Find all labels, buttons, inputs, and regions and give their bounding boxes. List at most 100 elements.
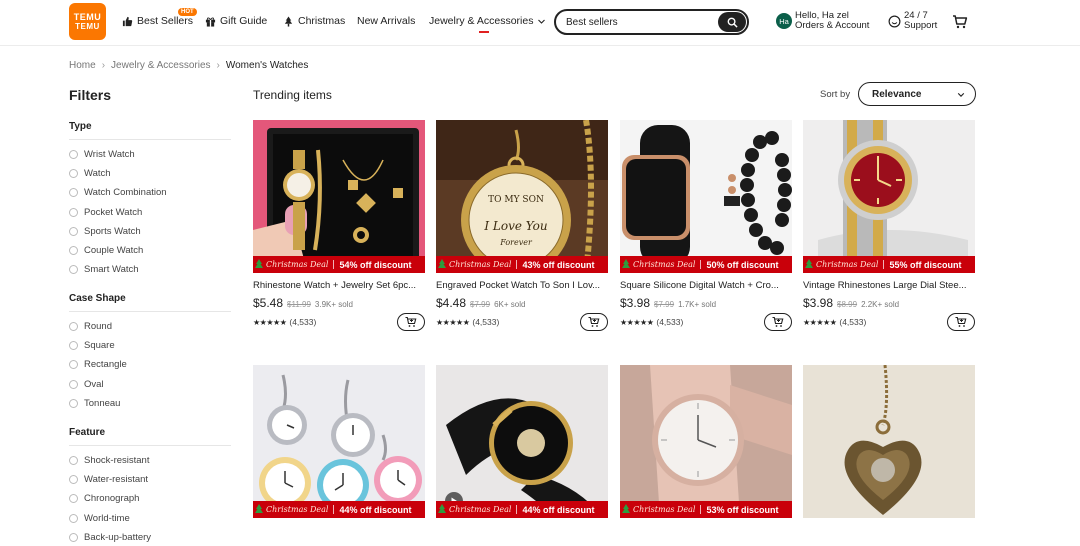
add-to-cart-button[interactable] (764, 313, 792, 331)
product-image[interactable]: Christmas Deal 53% off discount (620, 365, 792, 518)
add-to-cart-button[interactable] (580, 313, 608, 331)
radio-button[interactable] (69, 475, 78, 485)
discount-label: 44% off discount (522, 504, 595, 515)
filter-option[interactable]: Watch (69, 164, 231, 183)
nav-new-arrivals[interactable]: New Arrivals (357, 15, 415, 27)
product-image[interactable]: TO MY SON I Love You Forever Christmas D… (436, 120, 608, 273)
price-line: $5.48 $11.99 3.9K+ sold (253, 296, 425, 312)
radio-button[interactable] (69, 532, 78, 542)
filter-option[interactable]: Pocket Watch (69, 203, 231, 222)
account-text: Hello, Ha zel Orders & Account (795, 11, 869, 31)
product-card[interactable]: Christmas Deal 53% off discount (620, 365, 792, 518)
christmas-tree-icon (438, 504, 446, 513)
hot-badge: HOT (178, 8, 197, 16)
radio-button[interactable] (69, 226, 78, 236)
radio-button[interactable] (69, 246, 78, 256)
deal-banner: Christmas Deal 44% off discount (436, 501, 608, 518)
support-menu[interactable]: 24 / 7 Support (888, 11, 937, 31)
radio-button[interactable] (69, 398, 78, 408)
sold-count: 3.9K+ sold (314, 300, 353, 309)
filter-option[interactable]: Watch Combination (69, 183, 231, 202)
product-title[interactable]: Engraved Pocket Watch To Son I Lov... (436, 280, 606, 291)
nav-jewelry-accessories[interactable]: Jewelry & Accessories (429, 15, 546, 27)
deal-label: Christmas Deal (816, 260, 879, 269)
add-to-cart-button[interactable] (397, 313, 425, 331)
radio-button[interactable] (69, 360, 78, 370)
discount-label: 50% off discount (706, 259, 779, 270)
filter-option-label: Rectangle (84, 359, 127, 371)
filter-option-label: Water-resistant (84, 474, 149, 486)
filter-option[interactable]: Chronograph (69, 489, 231, 508)
product-card[interactable]: TO MY SON I Love You Forever Christmas D… (436, 120, 608, 331)
keychain-watches-image (253, 365, 425, 518)
filter-option[interactable]: Shock-resistant (69, 451, 231, 470)
breadcrumb-home[interactable]: Home (69, 60, 96, 71)
filter-option[interactable]: Couple Watch (69, 241, 231, 260)
sort-by-label: Sort by (820, 89, 851, 100)
filter-option-label: World-time (84, 512, 130, 524)
product-title[interactable]: Rhinestone Watch + Jewelry Set 6pc... (253, 280, 423, 291)
radio-button[interactable] (69, 341, 78, 351)
search-icon (727, 17, 738, 28)
product-image[interactable]: Christmas Deal 50% off discount (620, 120, 792, 273)
filter-option[interactable]: Sports Watch (69, 222, 231, 241)
breadcrumb-jewelry[interactable]: Jewelry & Accessories (111, 60, 210, 71)
account-menu[interactable]: Ha Hello, Ha zel Orders & Account (776, 11, 869, 31)
deal-label: Christmas Deal (266, 260, 329, 269)
review-count: (4,533) (656, 317, 684, 327)
radio-button[interactable] (69, 169, 78, 179)
cart-icon[interactable] (952, 14, 968, 30)
filter-option[interactable]: Wrist Watch (69, 145, 231, 164)
filter-option[interactable]: Round (69, 317, 231, 336)
nav-gift-guide[interactable]: Gift Guide (205, 15, 267, 27)
product-image[interactable]: Christmas Deal 55% off discount (803, 120, 975, 273)
nav-best-sellers[interactable]: Best Sellers (122, 15, 193, 27)
product-card[interactable]: Christmas Deal 54% off discount Rhinesto… (253, 120, 425, 331)
filter-option[interactable]: Rectangle (69, 355, 231, 374)
filter-option[interactable]: Tonneau (69, 394, 231, 413)
nav-christmas[interactable]: Christmas (283, 15, 345, 27)
product-image[interactable]: Christmas Deal 54% off discount (253, 120, 425, 273)
radio-button[interactable] (69, 456, 78, 466)
product-card[interactable]: Christmas Deal 50% off discount Square S… (620, 120, 792, 331)
filter-option[interactable]: Smart Watch (69, 260, 231, 279)
divider (700, 505, 702, 514)
product-card[interactable]: Christmas Deal 44% off discount (436, 365, 608, 518)
filter-option-label: Wrist Watch (84, 149, 135, 161)
add-to-cart-icon (772, 316, 784, 327)
account-orders-label: Orders & Account (795, 20, 870, 31)
product-title[interactable]: Vintage Rhinestones Large Dial Stee... (803, 280, 973, 291)
price-line: $4.48 $7.99 6K+ sold (436, 296, 608, 312)
product-image[interactable] (803, 365, 975, 518)
search-input[interactable] (566, 13, 716, 31)
filter-option[interactable]: Back-up-battery (69, 528, 231, 546)
radio-button[interactable] (69, 150, 78, 160)
product-card[interactable]: Christmas Deal 55% off discount Vintage … (803, 120, 975, 331)
sort-dropdown[interactable]: Relevance (858, 82, 976, 106)
product-card[interactable]: Christmas Deal 44% off discount (253, 365, 425, 518)
filter-option[interactable]: Oval (69, 375, 231, 394)
filter-option[interactable]: Water-resistant (69, 470, 231, 489)
product-title[interactable]: Square Silicone Digital Watch + Cro... (620, 280, 790, 291)
product-image[interactable]: Christmas Deal 44% off discount (436, 365, 608, 518)
filter-option[interactable]: Square (69, 336, 231, 355)
divider (516, 505, 518, 514)
filter-group-title: Type (69, 121, 231, 140)
temu-logo[interactable]: TEMU TEMU (69, 3, 106, 40)
radio-button[interactable] (69, 265, 78, 275)
christmas-tree-icon (438, 259, 446, 268)
product-image[interactable]: Christmas Deal 44% off discount (253, 365, 425, 518)
radio-button[interactable] (69, 513, 78, 523)
add-to-cart-button[interactable] (947, 313, 975, 331)
radio-button[interactable] (69, 379, 78, 389)
radio-button[interactable] (69, 494, 78, 504)
product-card[interactable] (803, 365, 975, 518)
nav-label: New Arrivals (357, 15, 416, 27)
radio-button[interactable] (69, 207, 78, 217)
christmas-tree-icon (622, 504, 630, 513)
radio-button[interactable] (69, 188, 78, 198)
deal-banner: Christmas Deal 44% off discount (253, 501, 425, 518)
search-button[interactable] (718, 12, 746, 32)
filter-option[interactable]: World-time (69, 509, 231, 528)
radio-button[interactable] (69, 322, 78, 332)
